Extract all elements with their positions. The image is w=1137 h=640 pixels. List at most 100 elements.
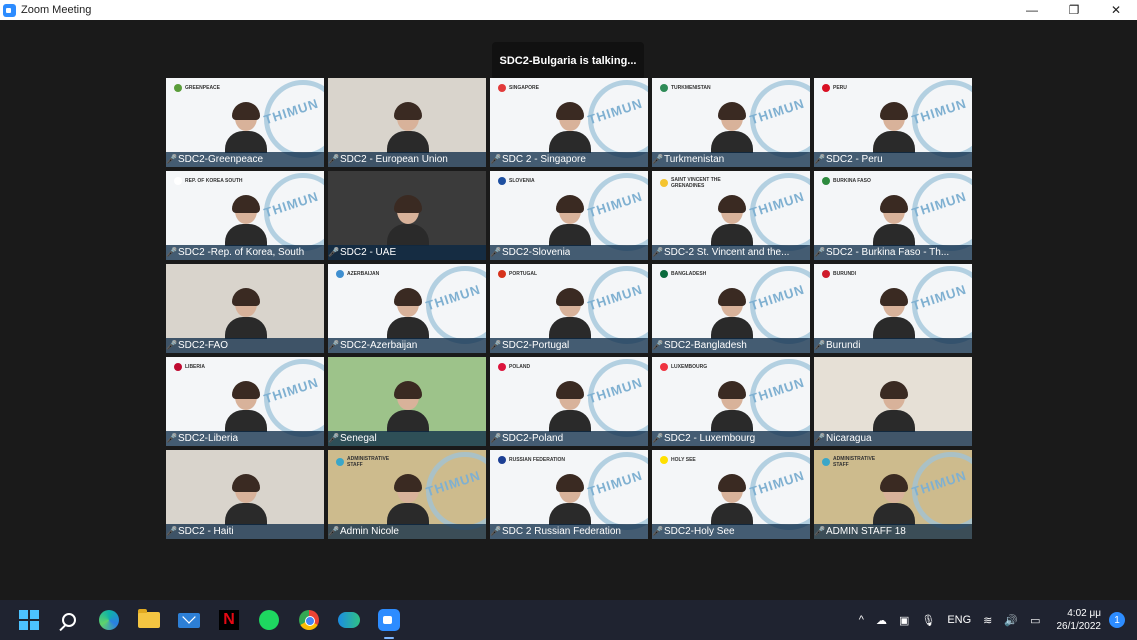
placard-label: LIBERIA bbox=[174, 363, 205, 371]
volume-icon[interactable]: 🔊 bbox=[1004, 614, 1018, 627]
participant-tile[interactable]: 🎤 Nicaragua bbox=[814, 357, 972, 446]
meet-now-icon[interactable]: ▣ bbox=[899, 614, 909, 627]
muted-mic-icon: 🎤 bbox=[652, 340, 664, 350]
participant-video bbox=[711, 195, 753, 246]
participant-video bbox=[387, 381, 429, 432]
participant-tile[interactable]: THIMUN LUXEMBOURG 🎤 SDC2 - Luxembourg bbox=[652, 357, 810, 446]
muted-mic-icon: 🎤 bbox=[166, 247, 178, 257]
participant-tile[interactable]: THIMUN PORTUGAL 🎤 SDC2-Portugal bbox=[490, 264, 648, 353]
flag-icon bbox=[822, 458, 830, 466]
start-icon[interactable] bbox=[16, 607, 42, 633]
participant-name: Burundi bbox=[826, 340, 861, 351]
participant-name-bar: 🎤 SDC 2 Russian Federation bbox=[490, 524, 648, 539]
muted-mic-icon: 🎤 bbox=[652, 154, 664, 164]
placard-label: LUXEMBOURG bbox=[660, 363, 707, 371]
flag-icon bbox=[174, 84, 182, 92]
zoom-icon[interactable] bbox=[376, 607, 402, 639]
edge-icon[interactable] bbox=[96, 607, 122, 633]
participant-tile[interactable]: THIMUN BANGLADESH 🎤 SDC2-Bangladesh bbox=[652, 264, 810, 353]
participant-tile[interactable]: THIMUN LIBERIA 🎤 SDC2-Liberia bbox=[166, 357, 324, 446]
participant-video bbox=[387, 102, 429, 153]
file-explorer-icon[interactable] bbox=[136, 607, 162, 633]
placard-label: AZERBAIJAN bbox=[336, 270, 379, 278]
participant-tile[interactable]: THIMUN HOLY SEE 🎤 SDC2-Holy See bbox=[652, 450, 810, 539]
clock[interactable]: 4:02 μμ 26/1/2022 bbox=[1057, 607, 1102, 633]
participant-tile[interactable]: 🎤 Senegal bbox=[328, 357, 486, 446]
flag-icon bbox=[660, 179, 668, 187]
netflix-icon[interactable]: N bbox=[216, 607, 242, 633]
participant-name-bar: 🎤 SDC-2 St. Vincent and the... bbox=[652, 245, 810, 260]
participant-video bbox=[387, 474, 429, 525]
participant-tile[interactable]: THIMUN GREENPEACE 🎤 SDC2-Greenpeace bbox=[166, 78, 324, 167]
participant-video bbox=[387, 195, 429, 246]
participant-name-bar: 🎤 SDC2 - UAE bbox=[328, 245, 486, 260]
participant-tile[interactable]: THIMUN POLAND 🎤 SDC2-Poland bbox=[490, 357, 648, 446]
participant-video bbox=[873, 288, 915, 339]
participant-tile[interactable]: 🎤 SDC2 - Haiti bbox=[166, 450, 324, 539]
chevron-up-icon[interactable]: ^ bbox=[859, 614, 864, 626]
participant-video bbox=[711, 381, 753, 432]
participant-tile[interactable]: THIMUN ADMINISTRATIVE STAFF 🎤 Admin Nicole bbox=[328, 450, 486, 539]
participant-tile[interactable]: THIMUN BURUNDI 🎤 Burundi bbox=[814, 264, 972, 353]
wifi-icon[interactable]: ≋ bbox=[983, 614, 992, 627]
mail-icon[interactable] bbox=[176, 607, 202, 633]
participant-tile[interactable]: THIMUN REP. OF KOREA SOUTH 🎤 SDC2 -Rep. of … bbox=[166, 171, 324, 260]
participant-name: SDC2-Holy See bbox=[664, 526, 735, 537]
minimize-button[interactable]: — bbox=[1011, 0, 1053, 20]
placard-label: RUSSIAN FEDERATION bbox=[498, 456, 565, 464]
participant-video bbox=[549, 381, 591, 432]
muted-mic-icon: 🎤 bbox=[328, 247, 340, 257]
placard-text: ADMINISTRATIVE STAFF bbox=[833, 456, 876, 468]
participant-name: SDC2-Greenpeace bbox=[178, 154, 264, 165]
placard-text: SLOVENIA bbox=[509, 178, 535, 184]
flag-icon bbox=[660, 270, 668, 278]
muted-mic-icon: 🎤 bbox=[814, 526, 826, 536]
participant-tile[interactable]: THIMUN RUSSIAN FEDERATION 🎤 SDC 2 Russian F… bbox=[490, 450, 648, 539]
cloud-icon[interactable]: ☁ bbox=[876, 614, 887, 627]
flag-icon bbox=[660, 456, 668, 464]
flag-icon bbox=[822, 270, 830, 278]
participant-name-bar: 🎤 SDC2 - European Union bbox=[328, 152, 486, 167]
participant-tile[interactable]: THIMUN AZERBAIJAN 🎤 SDC2-Azerbaijan bbox=[328, 264, 486, 353]
placard-label: ADMINISTRATIVE STAFF bbox=[336, 456, 406, 468]
participant-name: Senegal bbox=[340, 433, 377, 444]
muted-mic-icon: 🎤 bbox=[490, 247, 502, 257]
muted-mic-icon: 🎤 bbox=[814, 433, 826, 443]
window-controls: — ❐ ✕ bbox=[1011, 0, 1137, 20]
participant-video bbox=[549, 102, 591, 153]
close-button[interactable]: ✕ bbox=[1095, 0, 1137, 20]
notification-badge[interactable]: 1 bbox=[1109, 612, 1125, 628]
participant-tile[interactable]: 🎤 SDC2-FAO bbox=[166, 264, 324, 353]
participant-tile[interactable]: THIMUN SAINT VINCENT THE GRENADINES 🎤 SDC-2… bbox=[652, 171, 810, 260]
search-icon[interactable] bbox=[56, 607, 82, 633]
participant-tile[interactable]: 🎤 SDC2 - European Union bbox=[328, 78, 486, 167]
participant-tile[interactable]: THIMUN PERU 🎤 SDC2 - Peru bbox=[814, 78, 972, 167]
taskbar-apps: N bbox=[16, 607, 402, 639]
participant-tile[interactable]: THIMUN BURKINA FASO 🎤 SDC2 - Burkina Faso -… bbox=[814, 171, 972, 260]
participant-name: SDC2 - Haiti bbox=[178, 526, 234, 537]
participant-name: SDC-2 St. Vincent and the... bbox=[664, 247, 790, 258]
participant-video bbox=[225, 474, 267, 525]
participant-name: SDC2 - Peru bbox=[826, 154, 883, 165]
placard-label: POLAND bbox=[498, 363, 530, 371]
participant-video bbox=[873, 474, 915, 525]
participant-tile[interactable]: THIMUN SINGAPORE 🎤 SDC 2 - Singapore bbox=[490, 78, 648, 167]
microphone-icon[interactable]: 🎙 bbox=[921, 614, 935, 627]
participant-tile[interactable]: 🎤 SDC2 - UAE bbox=[328, 171, 486, 260]
placard-label: HOLY SEE bbox=[660, 456, 696, 464]
chrome-icon[interactable] bbox=[296, 607, 322, 633]
participant-tile[interactable]: THIMUN TURKMENISTAN 🎤 Turkmenistan bbox=[652, 78, 810, 167]
muted-mic-icon: 🎤 bbox=[652, 247, 664, 257]
muted-mic-icon: 🎤 bbox=[328, 154, 340, 164]
maximize-button[interactable]: ❐ bbox=[1053, 0, 1095, 20]
placard-label: GREENPEACE bbox=[174, 84, 220, 92]
participant-tile[interactable]: THIMUN ADMINISTRATIVE STAFF 🎤 ADMIN STAFF 1… bbox=[814, 450, 972, 539]
placard-label: BANGLADESH bbox=[660, 270, 706, 278]
placard-label: SAINT VINCENT THE GRENADINES bbox=[660, 177, 730, 189]
spotify-icon[interactable] bbox=[256, 607, 282, 633]
webex-icon[interactable] bbox=[336, 607, 362, 633]
participant-tile[interactable]: THIMUN SLOVENIA 🎤 SDC2-Slovenia bbox=[490, 171, 648, 260]
battery-icon[interactable]: ▭ bbox=[1030, 614, 1040, 627]
flag-icon bbox=[336, 458, 344, 466]
language-indicator[interactable]: ENG bbox=[947, 614, 971, 626]
